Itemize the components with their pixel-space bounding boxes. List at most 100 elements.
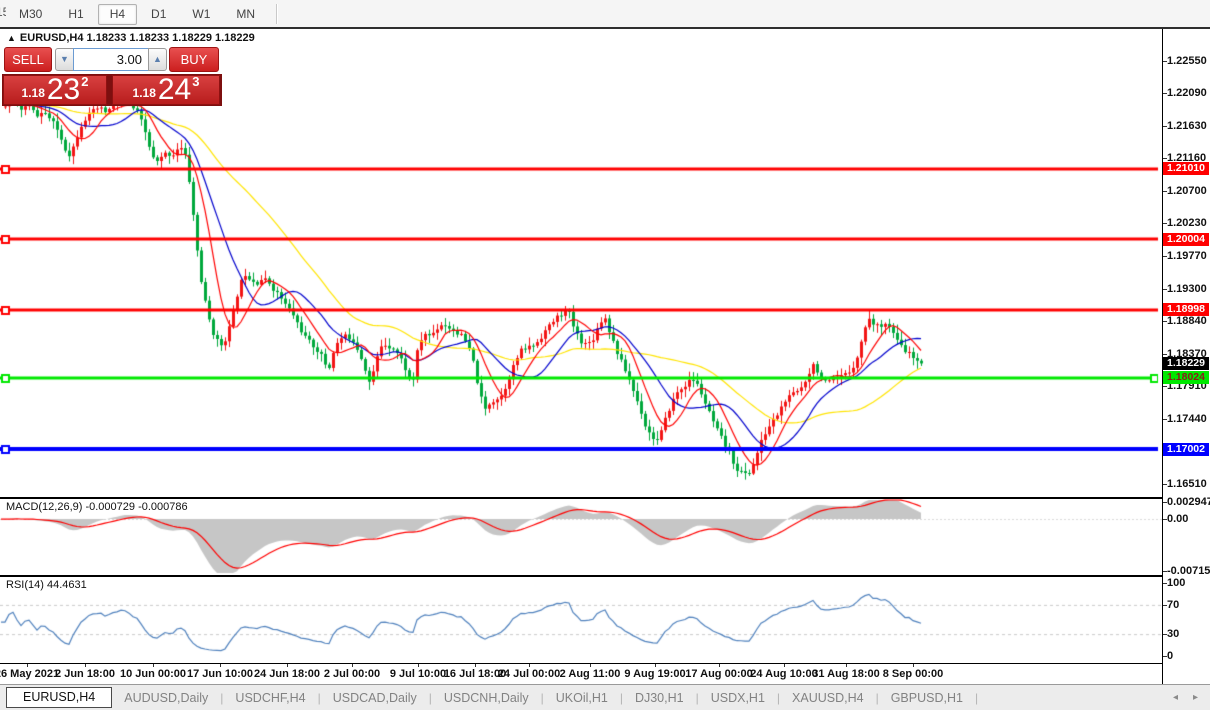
tab-dj30-h1[interactable]: DJ30,H1 — [623, 688, 696, 708]
time-tick-mark — [85, 664, 86, 667]
indicator-tick-label: 0.00 — [1167, 513, 1188, 525]
hline-price-tag: 1.17002 — [1163, 443, 1209, 456]
time-tick-label: 26 May 2021 — [0, 668, 59, 680]
price-tick-mark — [1163, 419, 1167, 420]
price-tick-label: 1.22090 — [1167, 87, 1207, 99]
rsi-canvas[interactable] — [0, 577, 1162, 663]
tf-button-m30[interactable]: M30 — [7, 4, 54, 25]
chart-window: ▲ EURUSD,H4 1.18233 1.18233 1.18229 1.182… — [0, 29, 1210, 684]
tf-button-d1[interactable]: D1 — [139, 4, 178, 25]
tab-xauusd-h4[interactable]: XAUUSD,H4 — [780, 688, 876, 708]
time-tick-label: 9 Jul 10:00 — [390, 668, 446, 680]
price-tick-label: 1.17440 — [1167, 413, 1207, 425]
time-tick-label: 8 Sep 00:00 — [883, 668, 944, 680]
hline-price-tag: 1.20004 — [1163, 233, 1209, 246]
price-tick-label: 1.19300 — [1167, 283, 1207, 295]
tab-separator: | — [975, 691, 978, 705]
tf-button-w1[interactable]: W1 — [180, 4, 222, 25]
tab-audusd-daily[interactable]: AUDUSD,Daily — [112, 688, 220, 708]
time-tick-label: 24 Jun 18:00 — [254, 668, 320, 680]
price-axis[interactable]: 1.225501.220901.216301.211601.207001.202… — [1163, 29, 1210, 684]
symbol-ohlc-text: EURUSD,H4 1.18233 1.18233 1.18229 1.1822… — [20, 32, 255, 44]
indicator-tick-label: 30 — [1167, 628, 1179, 640]
panel-separator[interactable] — [0, 575, 1163, 577]
time-tick-mark — [655, 664, 656, 667]
time-tick-mark — [913, 664, 914, 667]
time-tick-label: 2 Jul 00:00 — [324, 668, 380, 680]
trade-controls-row: SELL ▼ ▲ BUY — [2, 47, 222, 73]
buy-button[interactable]: BUY — [169, 47, 219, 72]
price-tick-mark — [1163, 354, 1167, 355]
time-axis[interactable]: 26 May 20212 Jun 18:0010 Jun 00:0017 Jun… — [0, 664, 1162, 684]
price-tick-label: 1.22550 — [1167, 55, 1207, 67]
time-tick-mark — [475, 664, 476, 667]
sell-price-prefix: 1.18 — [22, 86, 45, 100]
buy-price-point: 3 — [192, 74, 199, 89]
sell-price-display[interactable]: 1.18232 — [3, 75, 107, 105]
price-tick-mark — [1163, 634, 1167, 635]
collapse-icon[interactable]: ▲ — [7, 33, 16, 43]
quote-row: 1.18232 1.18243 — [2, 74, 222, 106]
time-tick-label: 17 Aug 00:00 — [685, 668, 752, 680]
indicator-tick-label: 0 — [1167, 650, 1173, 662]
tab-usdx-h1[interactable]: USDX,H1 — [699, 688, 777, 708]
price-tick-mark — [1163, 256, 1167, 257]
buy-price-display[interactable]: 1.18243 — [112, 75, 220, 105]
tab-scroll-left-button[interactable]: ◂ — [1173, 692, 1178, 703]
lot-decrease-button[interactable]: ▼ — [55, 48, 74, 71]
price-tick-label: 1.20230 — [1167, 217, 1207, 229]
hline-price-tag: 1.21010 — [1163, 162, 1209, 175]
price-tick-mark — [1163, 519, 1167, 520]
tf-button-h1[interactable]: H1 — [56, 4, 95, 25]
price-tick-mark — [1163, 571, 1167, 572]
price-tick-mark — [1163, 126, 1167, 127]
price-tick-label: 1.18840 — [1167, 315, 1207, 327]
tab-eurusd-h4[interactable]: EURUSD,H4 — [6, 687, 112, 708]
time-tick-mark — [287, 664, 288, 667]
tab-usdchf-h4[interactable]: USDCHF,H4 — [223, 688, 317, 708]
sell-price-point: 2 — [81, 74, 88, 89]
time-tick-label: 24 Aug 10:00 — [750, 668, 817, 680]
panel-separator[interactable] — [0, 497, 1163, 499]
time-tick-label: 31 Aug 18:00 — [812, 668, 879, 680]
price-tick-mark — [1163, 656, 1167, 657]
chart-tab-bar: ◂ ▸ EURUSD,H4AUDUSD,Daily|USDCHF,H4|USDC… — [0, 684, 1210, 710]
price-tick-mark — [1163, 583, 1167, 584]
timeframe-toolbar: M15 M30H1H4D1W1MN — [0, 0, 1210, 27]
indicator-tick-label: -0.007151 — [1167, 565, 1210, 577]
tab-usdcad-daily[interactable]: USDCAD,Daily — [321, 688, 429, 708]
time-tick-mark — [418, 664, 419, 667]
tf-button-h4[interactable]: H4 — [98, 4, 137, 25]
current-price-tag: 1.18229 — [1163, 357, 1209, 370]
time-tick-mark — [784, 664, 785, 667]
tab-ukoil-h1[interactable]: UKOil,H1 — [544, 688, 620, 708]
time-tick-mark — [719, 664, 720, 667]
lot-increase-button[interactable]: ▲ — [148, 48, 167, 71]
hline-price-tag: 1.18024 — [1163, 371, 1209, 384]
tab-gbpusd-h1[interactable]: GBPUSD,H1 — [879, 688, 975, 708]
price-tick-mark — [1163, 191, 1167, 192]
mt4-window: M15 M30H1H4D1W1MN ▲ EURUSD,H4 1.18233 1.1… — [0, 0, 1210, 710]
time-tick-mark — [846, 664, 847, 667]
macd-indicator-label: MACD(12,26,9) -0.000729 -0.000786 — [6, 501, 188, 513]
price-tick-mark — [1163, 484, 1167, 485]
tab-usdcnh-daily[interactable]: USDCNH,Daily — [432, 688, 541, 708]
time-tick-label: 17 Jun 10:00 — [187, 668, 253, 680]
price-tick-label: 1.16510 — [1167, 478, 1207, 490]
time-tick-mark — [27, 664, 28, 667]
price-tick-mark — [1163, 93, 1167, 94]
indicator-tick-label: 70 — [1167, 599, 1179, 611]
tf-button-mn[interactable]: MN — [224, 4, 267, 25]
rsi-indicator-label: RSI(14) 44.4631 — [6, 579, 87, 591]
buy-price-pips: 24 — [158, 77, 191, 103]
time-tick-label: 2 Jun 18:00 — [55, 668, 115, 680]
time-tick-label: 9 Aug 19:00 — [624, 668, 685, 680]
price-tick-mark — [1163, 502, 1167, 503]
tab-scroll-right-button[interactable]: ▸ — [1193, 692, 1198, 703]
indicator-tick-label: 100 — [1167, 577, 1185, 589]
time-tick-label: 24 Jul 00:00 — [498, 668, 560, 680]
lot-size-input[interactable] — [73, 48, 149, 71]
price-tick-mark — [1163, 605, 1167, 606]
price-tick-mark — [1163, 386, 1167, 387]
sell-button[interactable]: SELL — [4, 47, 52, 72]
